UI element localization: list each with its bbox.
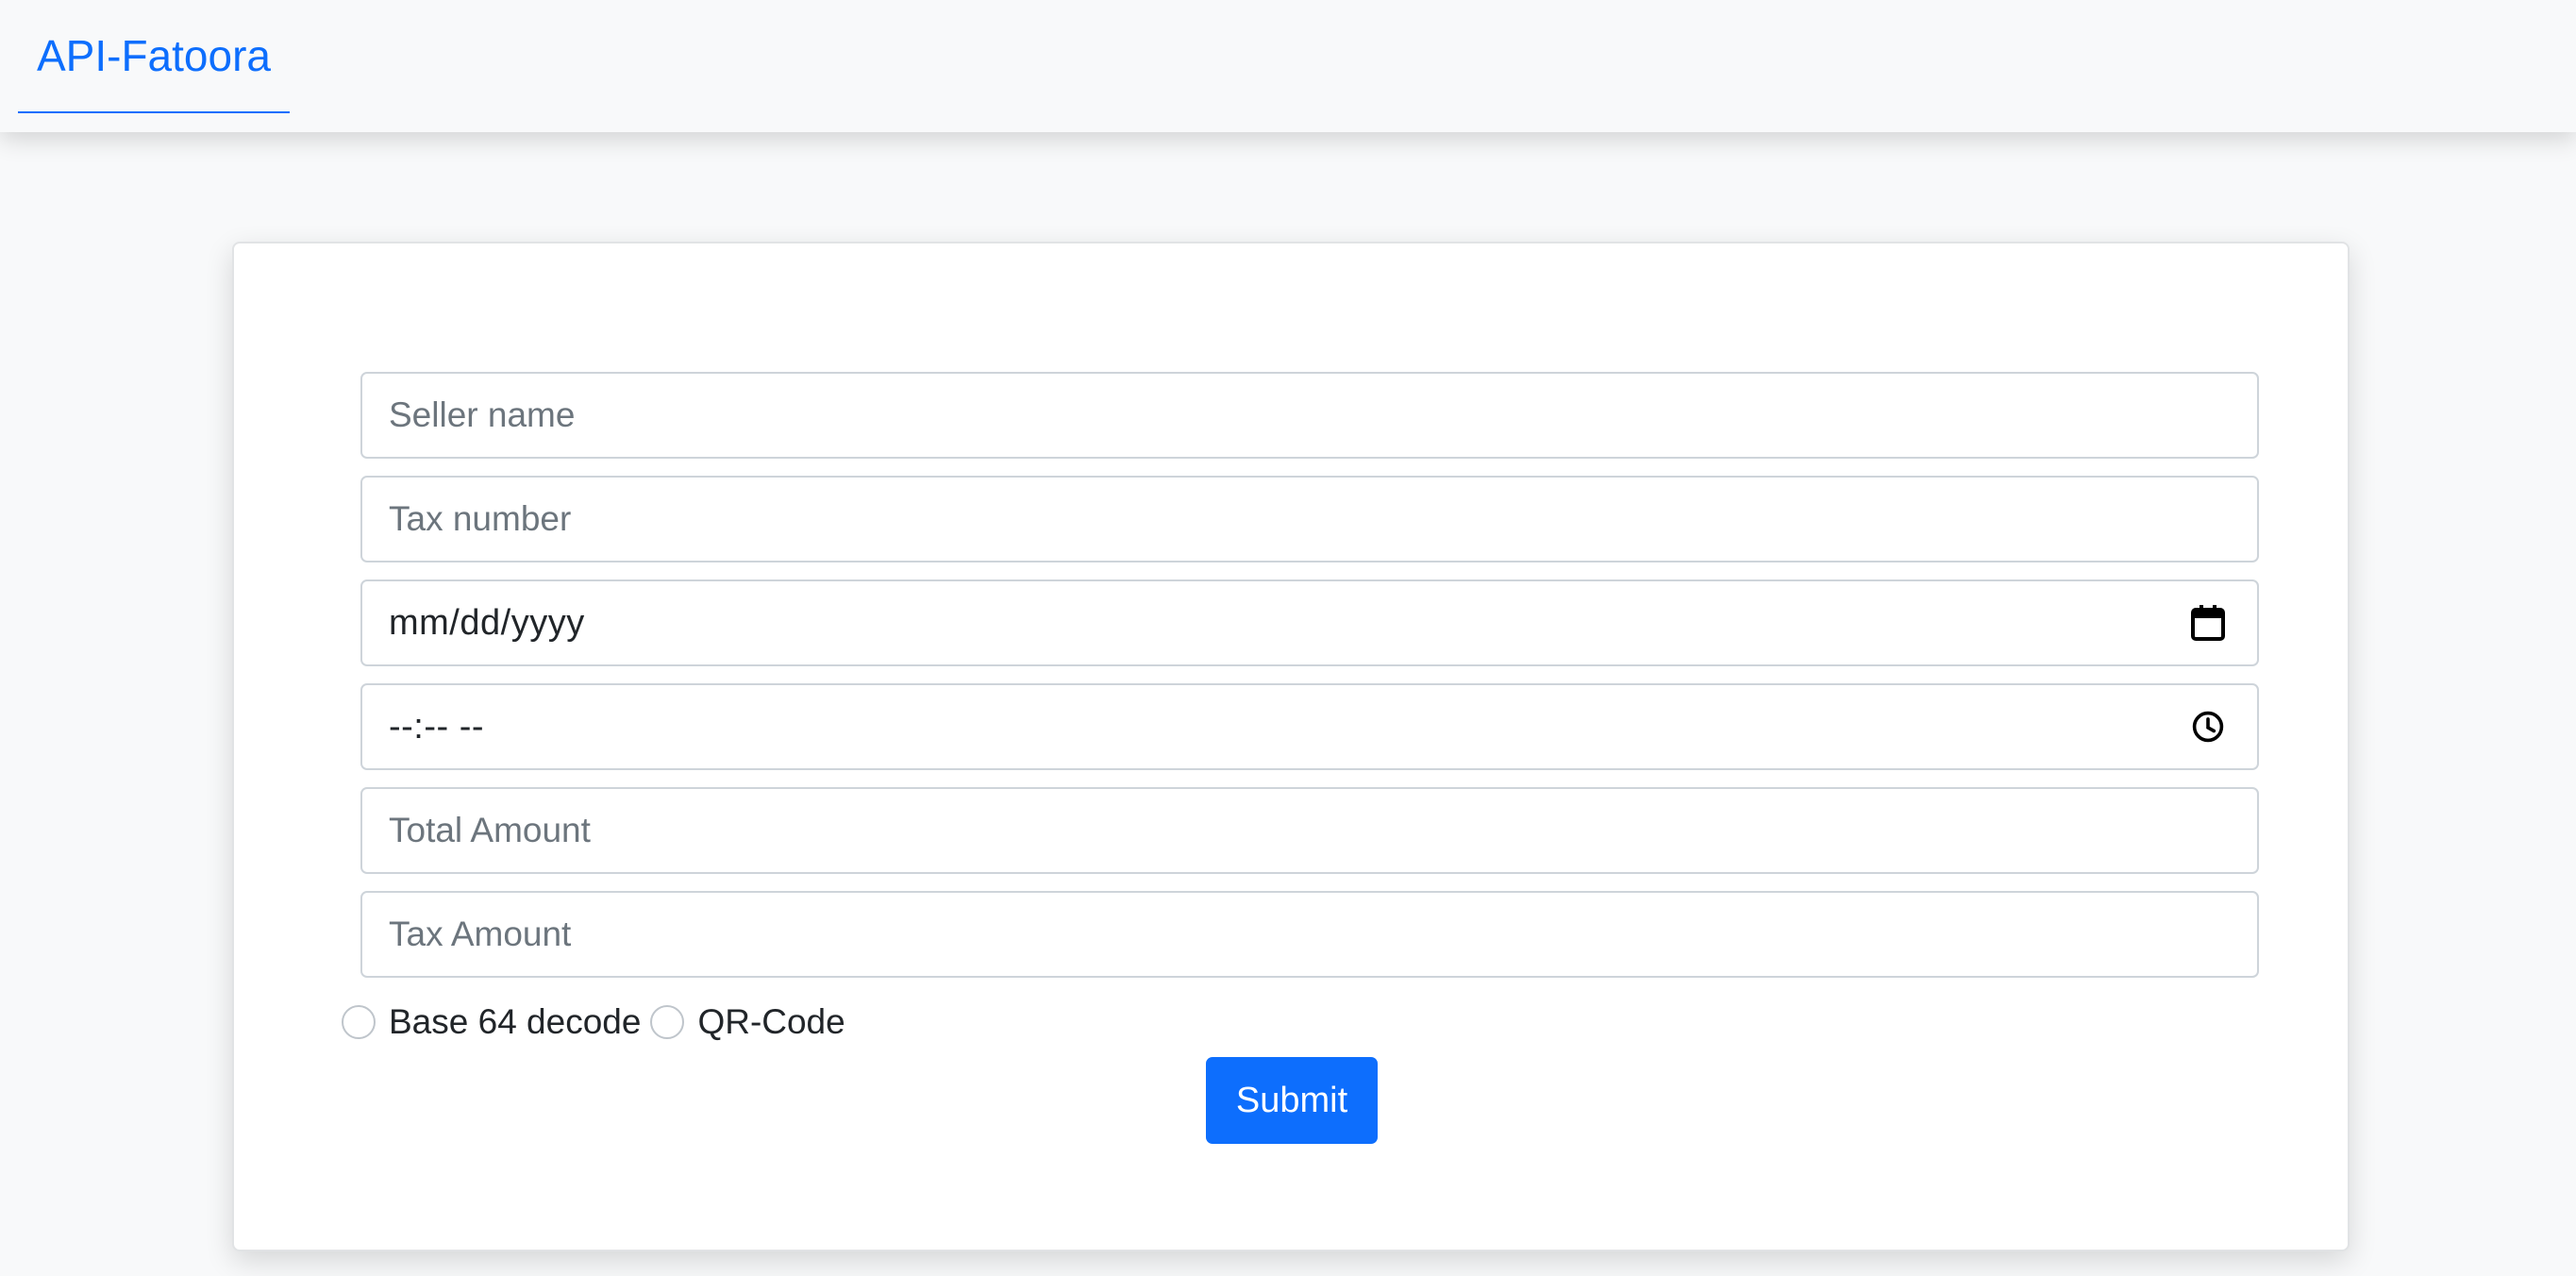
date-input[interactable]: mm/dd/yyyy [389, 603, 2187, 644]
tax-amount-input[interactable] [389, 893, 2229, 976]
brand-link[interactable]: API-Fatoora [18, 0, 290, 113]
tax-number-field[interactable] [360, 476, 2259, 562]
tax-number-input[interactable] [389, 478, 2229, 561]
base64-label[interactable]: Base 64 decode [389, 1002, 641, 1042]
total-amount-field[interactable] [360, 787, 2259, 874]
calendar-icon[interactable] [2187, 602, 2229, 644]
time-field[interactable]: --:-- -- [360, 683, 2259, 770]
total-amount-input[interactable] [389, 789, 2229, 872]
date-field[interactable]: mm/dd/yyyy [360, 579, 2259, 666]
tax-amount-field[interactable] [360, 891, 2259, 978]
invoice-form-card: mm/dd/yyyy --:-- -- Base 64 decode QR- [232, 242, 2350, 1251]
seller-name-field[interactable] [360, 372, 2259, 459]
output-options: Base 64 decode QR-Code [342, 999, 855, 1046]
time-input[interactable]: --:-- -- [389, 707, 2187, 747]
clock-icon[interactable] [2187, 706, 2229, 747]
submit-button[interactable]: Submit [1206, 1057, 1378, 1144]
qr-code-radio[interactable] [650, 1005, 685, 1039]
navbar: API-Fatoora [0, 0, 2576, 132]
base64-radio[interactable] [342, 1005, 376, 1039]
qr-code-label[interactable]: QR-Code [697, 1002, 845, 1042]
seller-name-input[interactable] [389, 374, 2229, 457]
